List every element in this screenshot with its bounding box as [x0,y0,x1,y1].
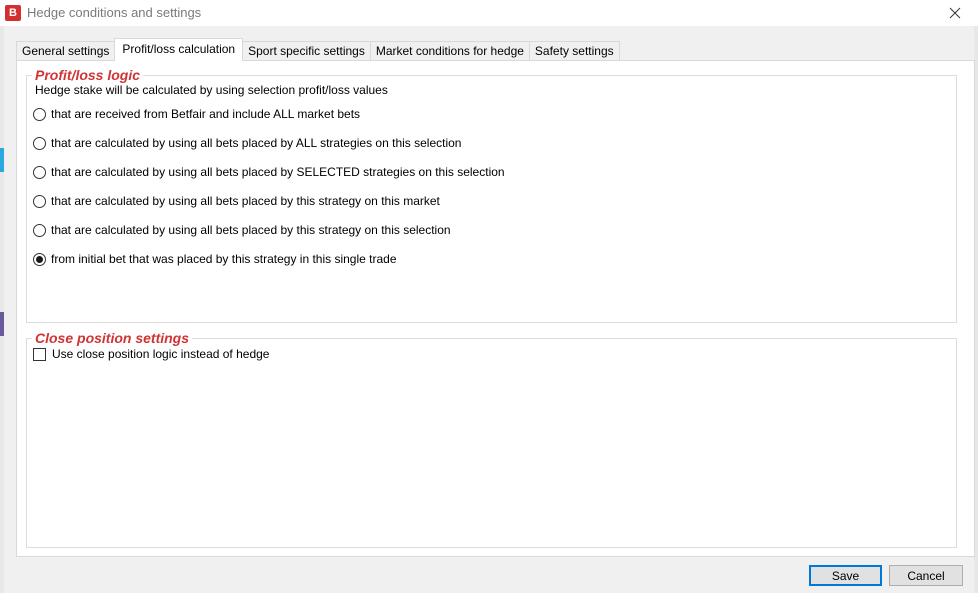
radio-button[interactable] [33,165,46,179]
title-bar: B Hedge conditions and settings [0,0,978,26]
background-accent [0,148,4,172]
profit-loss-description: Hedge stake will be calculated by using … [35,83,388,97]
radio-button[interactable] [33,136,46,150]
radio-label: from initial bet that was placed by this… [51,252,397,266]
tab-panel-profit-loss: Profit/loss logic Hedge stake will be ca… [16,60,975,557]
profit-loss-logic-group: Profit/loss logic Hedge stake will be ca… [26,67,957,323]
radio-button[interactable] [33,107,46,121]
save-button[interactable]: Save [809,565,882,586]
tab-general-settings[interactable]: General settings [16,41,116,61]
close-position-label: Use close position logic instead of hedg… [52,347,270,361]
tab-profit-loss-calculation[interactable]: Profit/loss calculation [114,38,244,61]
window-title: Hedge conditions and settings [27,5,202,20]
radio-label: that are calculated by using all bets pl… [51,165,505,179]
radio-option-all-strategies-selection[interactable]: that are calculated by using all bets pl… [33,135,461,151]
radio-button[interactable] [33,194,46,208]
radio-option-selected-strategies-selection[interactable]: that are calculated by using all bets pl… [33,164,505,180]
radio-option-this-strategy-market[interactable]: that are calculated by using all bets pl… [33,193,440,209]
radio-option-this-strategy-selection[interactable]: that are calculated by using all bets pl… [33,222,451,238]
close-button[interactable] [932,0,978,26]
close-position-option[interactable]: Use close position logic instead of hedg… [33,346,269,362]
radio-option-betfair-all-market-bets[interactable]: that are received from Betfair and inclu… [33,106,360,122]
background-window-edge-left [0,26,4,593]
tab-market-conditions-for-hedge[interactable]: Market conditions for hedge [369,41,530,61]
tab-strip: General settings Profit/loss calculation… [16,38,620,61]
close-position-legend: Close position settings [35,330,190,346]
close-position-settings-group: Close position settings Use close positi… [26,330,957,548]
tab-safety-settings[interactable]: Safety settings [528,41,620,61]
radio-option-initial-bet-single-trade[interactable]: from initial bet that was placed by this… [33,251,397,267]
background-accent [0,312,4,336]
close-position-checkbox[interactable] [33,347,46,361]
tab-sport-specific-settings[interactable]: Sport specific settings [242,41,371,61]
profit-loss-logic-legend: Profit/loss logic [35,67,141,83]
close-icon [949,7,961,19]
radio-label: that are received from Betfair and inclu… [51,107,361,121]
radio-label: that are calculated by using all bets pl… [51,223,451,237]
radio-label: that are calculated by using all bets pl… [51,194,440,208]
radio-button-selected[interactable] [33,252,46,266]
app-logo-icon: B [5,5,21,21]
radio-button[interactable] [33,223,46,237]
radio-label: that are calculated by using all bets pl… [51,136,462,150]
cancel-button[interactable]: Cancel [889,565,963,586]
